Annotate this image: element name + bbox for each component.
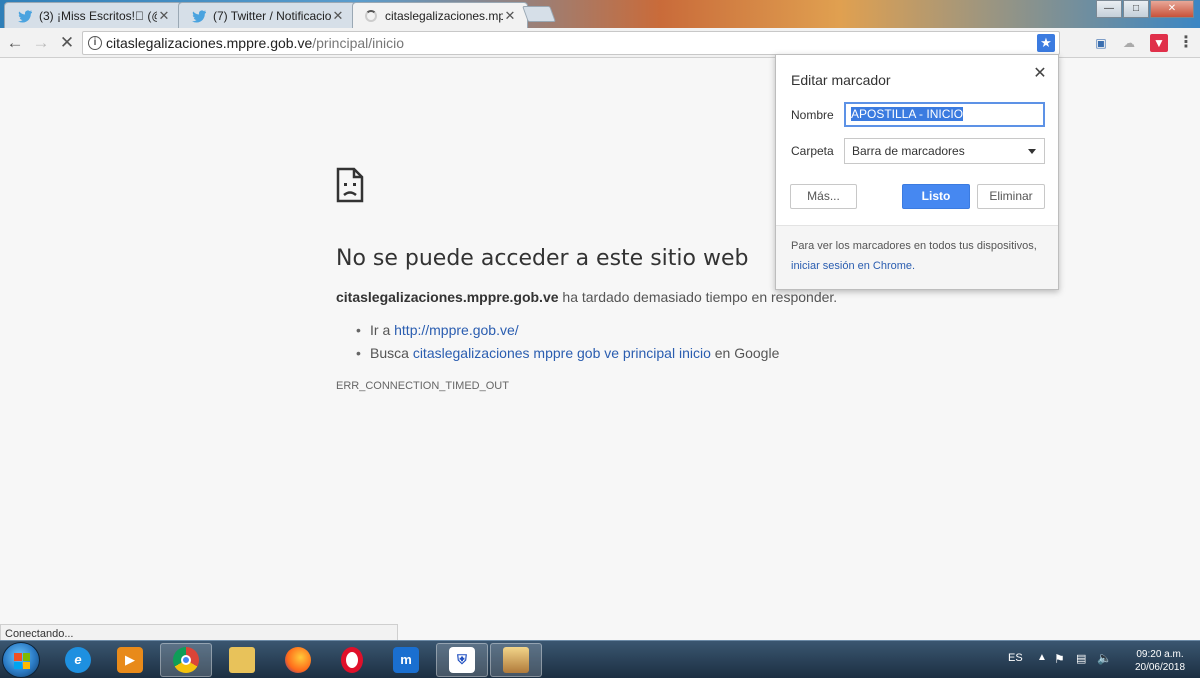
tab-title: (7) Twitter / Notificacione	[213, 8, 331, 23]
folder-select[interactable]: Barra de marcadores	[844, 138, 1045, 164]
chrome-icon	[173, 647, 199, 673]
firefox-icon	[285, 647, 311, 673]
close-window-button[interactable]: ✕	[1150, 0, 1194, 18]
mppre-link[interactable]: http://mppre.gob.ve/	[394, 322, 519, 338]
file-explorer-button[interactable]	[216, 643, 268, 677]
google-search-link[interactable]: citaslegalizaciones mppre gob ve princip…	[413, 345, 711, 361]
window-controls: — □ ✕	[1095, 0, 1194, 18]
firefox-button[interactable]	[272, 643, 324, 677]
tab-title: citaslegalizaciones.mppre	[385, 8, 503, 23]
dialog-footer: Para ver los marcadores en todos tus dis…	[776, 226, 1058, 289]
url-host: citaslegalizaciones.mppre.gob.ve	[106, 35, 313, 51]
url-path: /principal/inicio	[312, 35, 405, 51]
media-player-icon: ▶	[117, 647, 143, 673]
folder-value: Barra de marcadores	[852, 144, 965, 158]
internet-explorer-icon: e	[65, 647, 91, 673]
translate-extension-icon[interactable]: ▣	[1092, 34, 1110, 52]
tab-strip: (3) ¡Miss Escritos!  (@EIL ✕ (7) Twitter…	[0, 0, 1200, 28]
name-label: Nombre	[791, 108, 834, 122]
done-button[interactable]: Listo	[902, 184, 970, 209]
volume-icon[interactable]: 🔈	[1097, 651, 1112, 665]
info-icon[interactable]: i	[88, 36, 102, 50]
error-code: ERR_CONNECTION_TIMED_OUT	[336, 380, 509, 392]
maximize-button[interactable]: □	[1123, 0, 1149, 18]
tab-close-icon[interactable]: ✕	[331, 8, 345, 24]
tab-close-icon[interactable]: ✕	[503, 8, 517, 24]
folder-label: Carpeta	[791, 144, 834, 158]
chrome-menu-icon[interactable]: ⋮	[1177, 34, 1195, 52]
opera-icon	[341, 647, 363, 673]
language-indicator[interactable]: ES	[1008, 652, 1023, 664]
error-desc-rest: ha tardado demasiado tiempo en responder…	[558, 289, 838, 305]
url-text[interactable]: citaslegalizaciones.mppre.gob.ve/princip…	[106, 32, 404, 54]
suggestion-prefix: Ir a	[370, 322, 395, 338]
windows-logo-icon	[14, 653, 30, 669]
forward-arrow-icon[interactable]: →	[30, 32, 52, 54]
clock-date: 20/06/2018	[1134, 662, 1186, 673]
suggestion-go-to: Ir a http://mppre.gob.ve/	[356, 322, 779, 338]
tab-close-icon[interactable]: ✕	[157, 8, 171, 24]
system-clock[interactable]: 09:20 a.m. 20/06/2018	[1120, 648, 1200, 674]
sad-page-icon	[336, 167, 364, 203]
remove-button[interactable]: Eliminar	[977, 184, 1045, 209]
suggestion-suffix: en Google	[710, 345, 780, 361]
error-title: No se puede acceder a este sitio web	[336, 246, 749, 271]
sign-in-link[interactable]: iniciar sesión en Chrome.	[791, 260, 915, 272]
photo-viewer-icon	[503, 647, 529, 673]
selected-name-text: APOSTILLA - INICIO	[851, 107, 964, 121]
cloud-extension-icon[interactable]: ☁	[1120, 34, 1138, 52]
dialog-title: Editar marcador	[791, 72, 891, 88]
bookmark-name-input[interactable]: APOSTILLA - INICIO	[844, 102, 1045, 127]
tab-miss-escritos[interactable]: (3) ¡Miss Escritos!  (@EIL ✕	[4, 2, 182, 28]
internet-explorer-button[interactable]: e	[52, 643, 104, 677]
back-arrow-icon[interactable]: ←	[4, 32, 26, 54]
new-tab-button[interactable]	[522, 6, 556, 22]
start-button[interactable]	[2, 642, 40, 678]
suggestion-search: Busca citaslegalizaciones mppre gob ve p…	[356, 345, 779, 361]
loading-spinner-icon	[365, 9, 377, 22]
minimize-button[interactable]: —	[1096, 0, 1122, 18]
error-description: citaslegalizaciones.mppre.gob.ve ha tard…	[336, 289, 837, 305]
photo-viewer-button[interactable]	[490, 643, 542, 677]
tab-twitter-notificaciones[interactable]: (7) Twitter / Notificacione ✕	[178, 2, 356, 28]
close-icon[interactable]: ✕	[1032, 63, 1048, 83]
maxthon-button[interactable]: m	[380, 643, 432, 677]
twitter-icon	[18, 9, 32, 23]
address-bar[interactable]: i citaslegalizaciones.mppre.gob.ve/princ…	[82, 31, 1060, 55]
chrome-button[interactable]	[160, 643, 212, 677]
tray-arrow-icon[interactable]: ▲	[1037, 652, 1047, 663]
network-icon[interactable]: ▤	[1076, 652, 1086, 665]
chevron-down-icon	[1028, 149, 1036, 154]
suggestions-list: Ir a http://mppre.gob.ve/ Busca citasleg…	[356, 322, 779, 368]
stop-loading-icon[interactable]: ✕	[56, 32, 78, 54]
suggestion-prefix: Busca	[370, 345, 413, 361]
tab-title: (3) ¡Miss Escritos!  (@EIL	[39, 8, 157, 23]
error-host: citaslegalizaciones.mppre.gob.ve	[336, 289, 559, 305]
opera-button[interactable]	[326, 643, 378, 677]
tab-citaslegalizaciones[interactable]: citaslegalizaciones.mppre ✕	[352, 2, 528, 28]
twitter-icon	[192, 9, 206, 23]
flag-icon[interactable]: ⚑	[1054, 652, 1065, 666]
mcafee-icon: ⛨	[449, 647, 475, 673]
edit-bookmark-dialog: Editar marcador ✕ Nombre APOSTILLA - INI…	[775, 54, 1059, 290]
clock-time: 09:20 a.m.	[1136, 649, 1184, 660]
media-player-button[interactable]: ▶	[104, 643, 156, 677]
mcafee-button[interactable]: ⛨	[436, 643, 488, 677]
file-explorer-icon	[229, 647, 255, 673]
pocket-extension-icon[interactable]: ▼	[1150, 34, 1168, 52]
bookmark-star-icon[interactable]: ★	[1037, 34, 1055, 52]
maxthon-icon: m	[393, 647, 419, 673]
footer-text: Para ver los marcadores en todos tus dis…	[791, 240, 1037, 252]
more-button[interactable]: Más...	[790, 184, 857, 209]
